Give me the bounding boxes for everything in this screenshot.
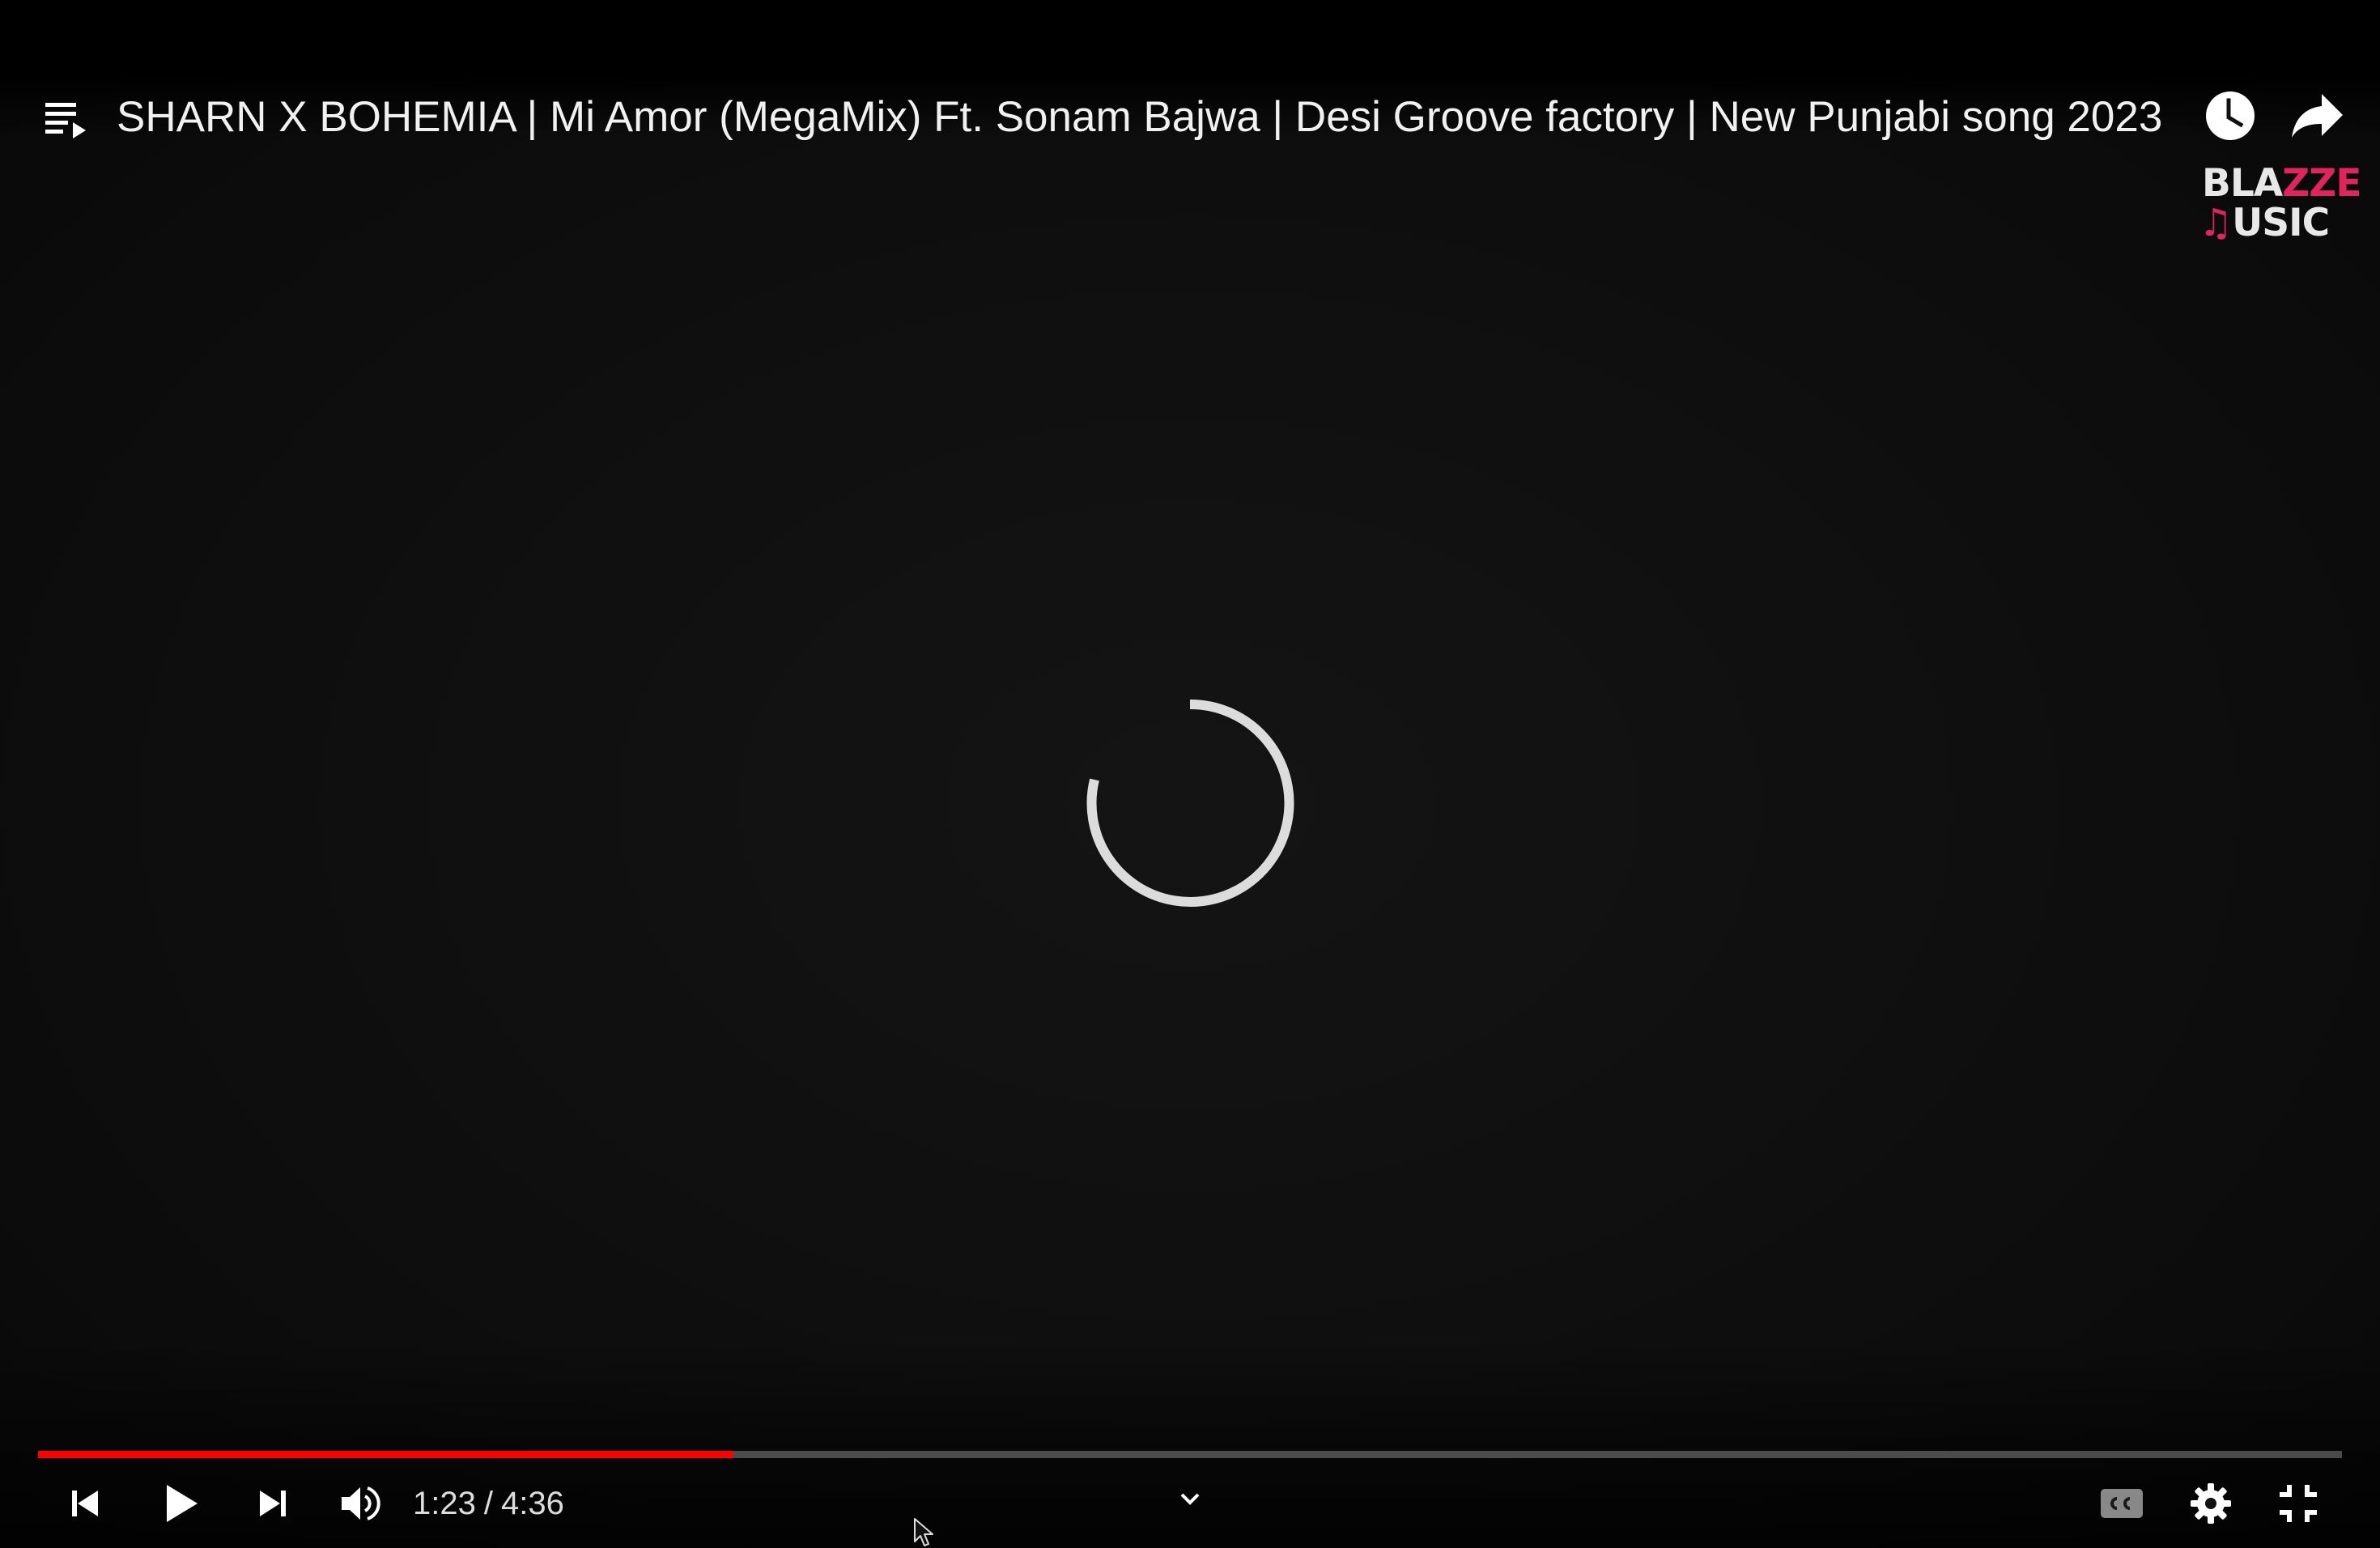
video-player[interactable]: SHARN X BOHEMIA | Mi Amor (MegaMix) Ft. … <box>0 0 2380 1548</box>
exit-fullscreen-icon <box>2280 1485 2317 1522</box>
progress-played <box>38 1451 734 1458</box>
previous-button[interactable] <box>58 1475 112 1532</box>
captions-button[interactable] <box>2093 1475 2150 1532</box>
share-arrow-icon <box>2292 94 2343 138</box>
share-button[interactable] <box>2289 89 2346 142</box>
play-button[interactable] <box>152 1475 209 1532</box>
chevron-down-icon <box>1180 1493 1200 1505</box>
video-title[interactable]: SHARN X BOHEMIA | Mi Amor (MegaMix) Ft. … <box>117 85 2189 150</box>
skip-previous-icon <box>72 1491 98 1516</box>
channel-watermark[interactable]: BLAZZE ♫USIC <box>2199 162 2361 251</box>
volume-icon <box>342 1486 380 1520</box>
watermark-line1: BLAZZE <box>2202 161 2361 206</box>
playlist-icon <box>45 103 86 138</box>
play-icon <box>167 1485 198 1522</box>
settings-button[interactable] <box>2182 1475 2239 1532</box>
watch-later-button[interactable] <box>2204 89 2257 142</box>
playlist-button[interactable] <box>40 93 92 145</box>
cc-icon <box>2101 1489 2143 1518</box>
next-button[interactable] <box>246 1475 300 1532</box>
mouse-cursor-icon <box>914 1518 933 1546</box>
clock-icon <box>2206 91 2255 140</box>
chapters-toggle[interactable] <box>1166 1475 1214 1524</box>
current-time: 1:23 <box>413 1486 476 1521</box>
progress-bar[interactable] <box>38 1451 2342 1458</box>
gear-icon <box>2191 1483 2231 1524</box>
watermark-line2: ♫USIC <box>2199 201 2330 245</box>
skip-next-icon <box>260 1491 286 1516</box>
duration: 4:36 <box>500 1486 564 1521</box>
time-separator: / <box>483 1486 493 1521</box>
time-display: 1:23/4:36 <box>413 1475 564 1532</box>
exit-fullscreen-button[interactable] <box>2270 1475 2327 1532</box>
loading-spinner-icon <box>1083 696 1297 910</box>
volume-button[interactable] <box>332 1475 389 1532</box>
